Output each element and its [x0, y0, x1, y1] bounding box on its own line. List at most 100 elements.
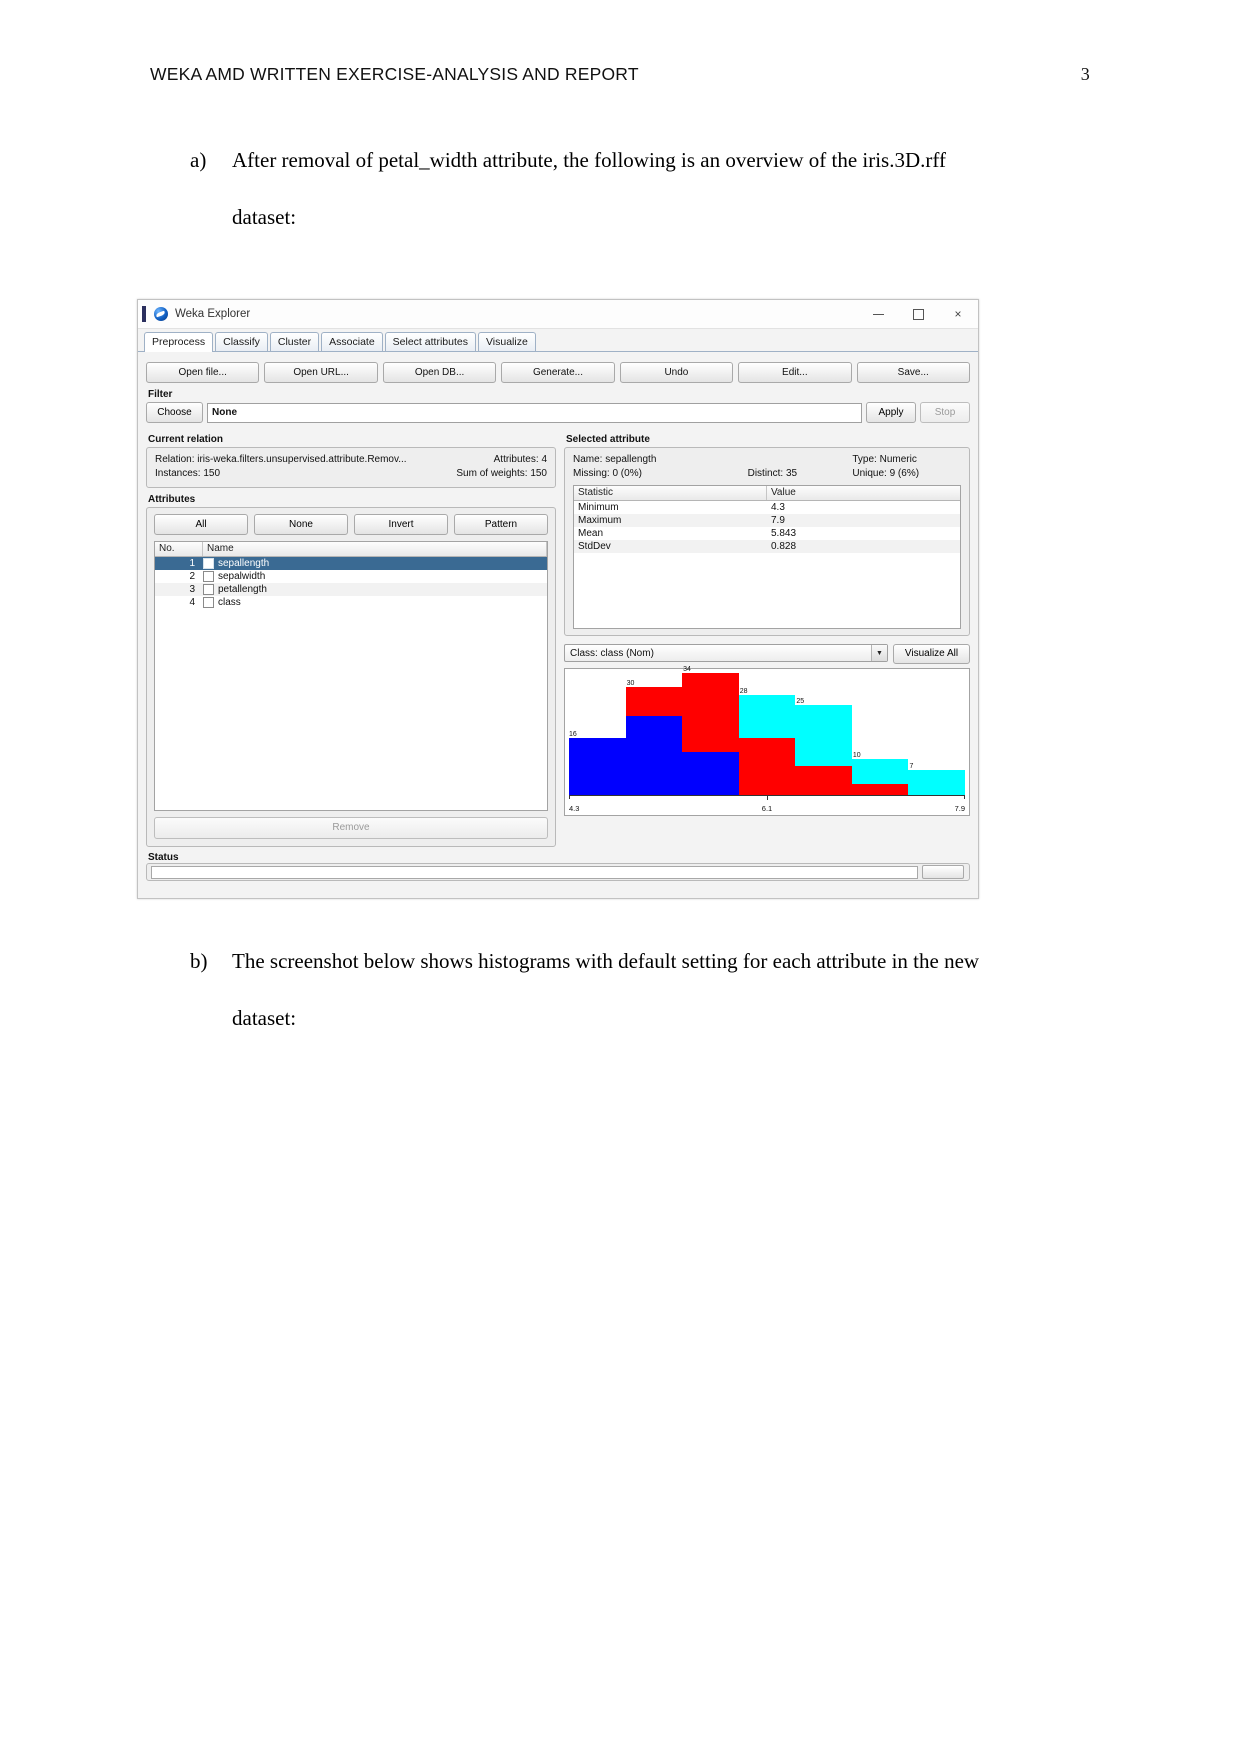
histogram-axis — [569, 795, 965, 800]
left-column: Current relation Relation: iris-weka.fil… — [146, 428, 556, 847]
attribute-name: sepalwidth — [218, 571, 266, 582]
open-url-button[interactable]: Open URL... — [264, 362, 378, 383]
filter-group-label: Filter — [148, 389, 173, 400]
minimize-button[interactable] — [858, 300, 898, 328]
histogram-segment — [851, 759, 909, 785]
window-title: Weka Explorer — [175, 308, 251, 320]
filter-value-field[interactable]: None — [207, 402, 862, 423]
tab-preprocess[interactable]: Preprocess — [144, 332, 214, 352]
attribute-checkbox[interactable] — [203, 571, 214, 582]
open-db-button[interactable]: Open DB... — [382, 362, 497, 383]
tab-associate[interactable]: Associate — [321, 332, 383, 351]
generate-button[interactable]: Generate... — [501, 362, 615, 383]
histogram-bar: 16 — [569, 673, 626, 795]
table-row[interactable]: 3 petallength — [155, 583, 547, 596]
statistic-value: 7.9 — [771, 515, 785, 526]
save-button[interactable]: Save... — [856, 362, 970, 383]
remove-attribute-button[interactable]: Remove — [154, 817, 548, 839]
attributes-list[interactable]: No. Name 1 sepallength 2 sepalwidth 3 pe… — [154, 541, 548, 811]
tab-strip: Preprocess Classify Cluster Associate Se… — [138, 329, 978, 352]
pattern-button[interactable]: Pattern — [454, 514, 548, 535]
histogram-plot: 16 30 34 28 25 10 7 — [569, 666, 966, 795]
instances-value: 150 — [203, 468, 221, 479]
table-row[interactable]: 1 sepallength — [155, 557, 547, 570]
instances-key: Instances: — [155, 468, 201, 479]
filter-row: Choose None Apply Stop — [146, 402, 970, 423]
tab-select-attributes[interactable]: Select attributes — [384, 332, 476, 351]
open-file-button[interactable]: Open file... — [146, 362, 260, 383]
tab-cluster[interactable]: Cluster — [269, 332, 320, 351]
histogram-bar-label: 10 — [852, 752, 861, 760]
status-message-field — [151, 865, 918, 879]
class-selector-row: Class: class (Nom) ▼ Visualize All — [564, 644, 970, 664]
histogram-bars: 16 30 34 28 25 10 7 — [569, 666, 966, 795]
table-row: Maximum 7.9 — [574, 514, 960, 527]
header-title: WEKA AMD WRITTEN EXERCISE-ANALYSIS AND R… — [150, 64, 639, 84]
statistic-name: Maximum — [578, 515, 622, 526]
weka-explorer-window: Weka Explorer × Preprocess Classify Clus… — [137, 299, 979, 899]
select-all-button[interactable]: All — [154, 514, 248, 535]
close-button[interactable]: × — [938, 300, 978, 328]
histogram-bar: 34 — [682, 666, 739, 795]
paragraph-a-text: After removal of petal_width attribute, … — [232, 148, 946, 229]
histogram-bar-label: 7 — [909, 762, 914, 770]
maximize-icon — [912, 308, 924, 320]
sum-weights: Sum of weights: 150 — [456, 467, 547, 481]
tab-visualize[interactable]: Visualize — [477, 332, 536, 351]
chevron-down-icon[interactable]: ▼ — [871, 645, 887, 661]
attribute-name: sepallength — [218, 558, 270, 569]
statistics-table: Statistic Value Minimum 4.3 Maximum 7.9 — [573, 485, 961, 629]
attribute-checkbox[interactable] — [203, 558, 214, 569]
edit-button[interactable]: Edit... — [738, 362, 852, 383]
statistic-value: 4.3 — [771, 502, 785, 513]
histogram-segment — [795, 766, 852, 795]
attribute-name-field: Name: sepallength — [573, 453, 748, 467]
undo-button[interactable]: Undo — [619, 362, 734, 383]
table-row[interactable]: 2 sepalwidth — [155, 570, 547, 583]
axis-max-label: 7.9 — [954, 804, 965, 813]
status-log-button[interactable] — [922, 865, 964, 879]
preprocess-panel: Open file... Open URL... Open DB... Gene… — [138, 352, 978, 881]
attributes-value: 4 — [541, 454, 547, 465]
document-page: WEKA AMD WRITTEN EXERCISE-ANALYSIS AND R… — [0, 0, 1241, 1754]
histogram-segment — [851, 784, 909, 795]
statistic-value: 0.828 — [771, 541, 797, 552]
axis-mid-label: 6.1 — [761, 804, 773, 813]
histogram-segment — [682, 673, 739, 752]
relation-value: iris-weka.filters.unsupervised.attribute… — [197, 454, 407, 465]
apply-filter-button[interactable]: Apply — [866, 402, 916, 423]
histogram-segment — [569, 737, 626, 795]
class-dropdown[interactable]: Class: class (Nom) ▼ — [564, 644, 888, 662]
table-row: StdDev 0.828 — [574, 540, 960, 553]
missing-key: Missing: — [573, 468, 610, 479]
axis-min-label: 4.3 — [569, 804, 580, 813]
paragraph-a-marker: a) — [190, 148, 207, 172]
attribute-selection-buttons: All None Invert Pattern — [154, 514, 548, 535]
table-row: Minimum 4.3 — [574, 501, 960, 514]
histogram-segment — [738, 737, 796, 795]
choose-filter-button[interactable]: Choose — [146, 402, 203, 423]
status-bar: Status — [146, 852, 970, 881]
document-header: WEKA AMD WRITTEN EXERCISE-ANALYSIS AND R… — [150, 64, 1090, 85]
attribute-checkbox[interactable] — [203, 584, 214, 595]
select-none-button[interactable]: None — [254, 514, 348, 535]
distinct-value: 35 — [785, 468, 798, 479]
statistic-name: StdDev — [578, 541, 611, 552]
type-value: Numeric — [879, 454, 917, 465]
tab-classify[interactable]: Classify — [215, 332, 268, 351]
name-value: sepallength — [605, 454, 657, 465]
paragraph-a: a) After removal of petal_width attribut… — [190, 132, 1000, 246]
paragraph-b-marker: b) — [190, 949, 208, 973]
column-value: Value — [771, 487, 796, 498]
source-toolbar: Open file... Open URL... Open DB... Gene… — [146, 362, 970, 383]
stop-filter-button[interactable]: Stop — [920, 402, 970, 423]
weka-logo-icon — [154, 307, 168, 321]
invert-selection-button[interactable]: Invert — [354, 514, 448, 535]
attribute-checkbox[interactable] — [203, 597, 214, 608]
visualize-all-button[interactable]: Visualize All — [893, 644, 970, 664]
histogram-bar-label: 30 — [626, 680, 635, 688]
histogram-panel[interactable]: 16 30 34 28 25 10 7 4.3 6.1 7.9 — [564, 666, 970, 816]
histogram-segment — [738, 694, 796, 738]
maximize-button[interactable] — [898, 300, 938, 328]
table-row[interactable]: 4 class — [155, 596, 547, 609]
